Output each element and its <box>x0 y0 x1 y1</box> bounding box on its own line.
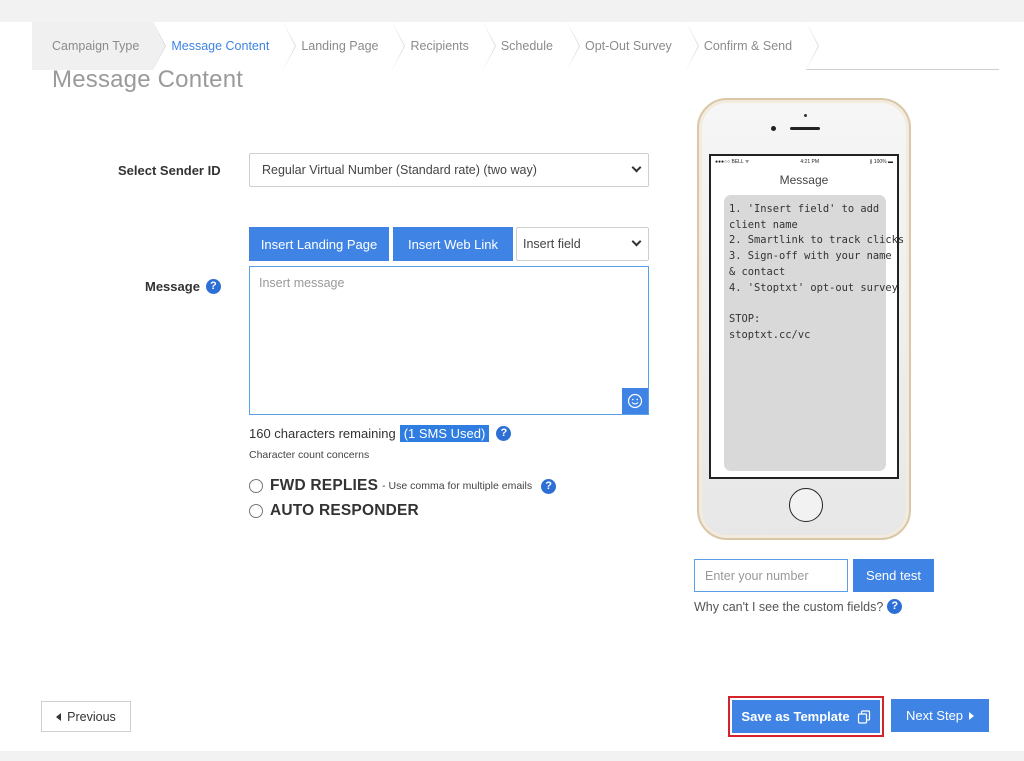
step-label: Recipients <box>410 39 469 53</box>
step-campaign-type[interactable]: Campaign Type <box>32 22 167 70</box>
character-count-note[interactable]: Character count concerns <box>249 449 369 461</box>
message-placeholder: Insert message <box>259 276 345 290</box>
chars-remaining: 160 characters remaining <box>249 426 396 441</box>
fwd-replies-radio[interactable] <box>249 479 263 493</box>
preview-line: stoptxt.cc/vc <box>729 328 811 341</box>
chevron-down-icon <box>631 162 642 173</box>
phone-status-bar: ●●●○○ BELL ᯤ 4:21 PM ∦ 100% ▬ <box>711 156 897 168</box>
copy-icon <box>857 709 870 724</box>
step-landing-page[interactable]: Landing Page <box>283 22 406 70</box>
steps-fill <box>806 22 999 69</box>
sender-id-value: Regular Virtual Number (Standard rate) (… <box>262 163 537 177</box>
carrier-text: ●●●○○ BELL ᯤ <box>715 159 750 165</box>
step-message-content[interactable]: Message Content <box>153 22 297 70</box>
insert-web-link-button[interactable]: Insert Web Link <box>393 227 513 261</box>
phone-speaker <box>790 127 820 130</box>
help-icon[interactable]: ? <box>887 599 903 614</box>
phone-preview: ●●●○○ BELL ᯤ 4:21 PM ∦ 100% ▬ Message 1.… <box>697 98 911 540</box>
preview-line: STOP: <box>729 312 761 325</box>
fwd-replies-label: FWD REPLIES <box>270 477 379 494</box>
preview-line: 1. 'Insert field' to add <box>729 203 880 215</box>
help-icon[interactable]: ? <box>541 478 557 494</box>
smiley-icon <box>627 393 643 409</box>
step-label: Confirm & Send <box>703 39 793 53</box>
auto-responder-radio[interactable] <box>249 504 263 518</box>
status-time: 4:21 PM <box>800 159 820 165</box>
auto-responder-option[interactable]: AUTO RESPONDER <box>249 502 419 520</box>
help-icon[interactable]: ? <box>496 426 512 441</box>
fwd-replies-note: - Use comma for multiple emails <box>382 480 533 492</box>
step-label: Message Content <box>171 39 270 53</box>
insert-field-select[interactable]: Insert field <box>516 227 649 261</box>
sender-id-select[interactable]: Regular Virtual Number (Standard rate) (… <box>249 153 649 187</box>
character-counter: 160 characters remaining (1 SMS Used) ? <box>249 425 512 442</box>
step-label: Schedule <box>500 39 553 53</box>
step-label: Campaign Type <box>52 39 140 53</box>
step-label: Landing Page <box>301 39 379 53</box>
wizard-steps: Campaign Type Message Content Landing Pa… <box>32 22 999 70</box>
sender-id-label: Select Sender ID <box>118 163 221 178</box>
insert-landing-page-button[interactable]: Insert Landing Page <box>249 227 389 261</box>
next-step-button[interactable]: Next Step <box>891 699 989 732</box>
next-step-label: Next Step <box>905 708 964 723</box>
phone-home-button <box>789 488 823 522</box>
step-confirm-send[interactable]: Confirm & Send <box>685 22 820 70</box>
caret-left-icon <box>56 712 62 721</box>
phone-screen: ●●●○○ BELL ᯤ 4:21 PM ∦ 100% ▬ Message 1.… <box>709 154 905 479</box>
step-opt-out-survey[interactable]: Opt-Out Survey <box>566 22 699 70</box>
message-label: Message <box>145 279 200 294</box>
chevron-down-icon <box>631 236 642 247</box>
fwd-replies-option[interactable]: FWD REPLIES - Use comma for multiple ema… <box>249 477 557 495</box>
phone-sensor <box>771 126 776 131</box>
preview-line: 3. Sign-off with your name <box>729 250 892 263</box>
preview-line <box>729 296 881 312</box>
save-template-highlight: Save as Template <box>728 696 884 737</box>
preview-line: 2. Smartlink to track clicks <box>729 234 905 247</box>
auto-responder-label: AUTO RESPONDER <box>270 502 419 519</box>
send-test-button[interactable]: Send test <box>853 559 934 592</box>
help-icon[interactable]: ? <box>205 279 221 294</box>
save-as-template-button[interactable]: Save as Template <box>732 700 880 733</box>
step-label: Opt-Out Survey <box>584 39 672 53</box>
page-title: Message Content <box>52 66 244 93</box>
step-recipients[interactable]: Recipients <box>392 22 497 70</box>
save-template-label: Save as Template <box>741 709 850 724</box>
custom-fields-question[interactable]: Why can't I see the custom fields? ? <box>694 599 903 614</box>
preview-line: & contact <box>729 265 786 278</box>
preview-line: client name <box>729 218 798 231</box>
emoji-button[interactable] <box>622 388 648 414</box>
phone-number-placeholder: Enter your number <box>705 568 809 583</box>
insert-field-value: Insert field <box>523 237 581 251</box>
phone-number-input[interactable]: Enter your number <box>694 559 848 592</box>
phone-screen-title: Message <box>779 173 829 187</box>
previous-label: Previous <box>67 709 116 724</box>
sms-used-badge: (1 SMS Used) <box>399 425 490 442</box>
preview-line: 4. 'Stoptxt' opt-out survey <box>729 281 898 294</box>
caret-right-icon <box>969 711 975 720</box>
battery-text: ∦ 100% ▬ <box>869 159 893 165</box>
previous-button[interactable]: Previous <box>41 701 131 732</box>
phone-camera <box>804 114 807 117</box>
custom-fields-text: Why can't I see the custom fields? <box>694 599 884 614</box>
message-preview-bubble: 1. 'Insert field' to add client name 2. … <box>724 195 905 471</box>
message-textarea[interactable]: Insert message <box>249 266 649 415</box>
message-label-row: Message ? <box>145 279 221 294</box>
